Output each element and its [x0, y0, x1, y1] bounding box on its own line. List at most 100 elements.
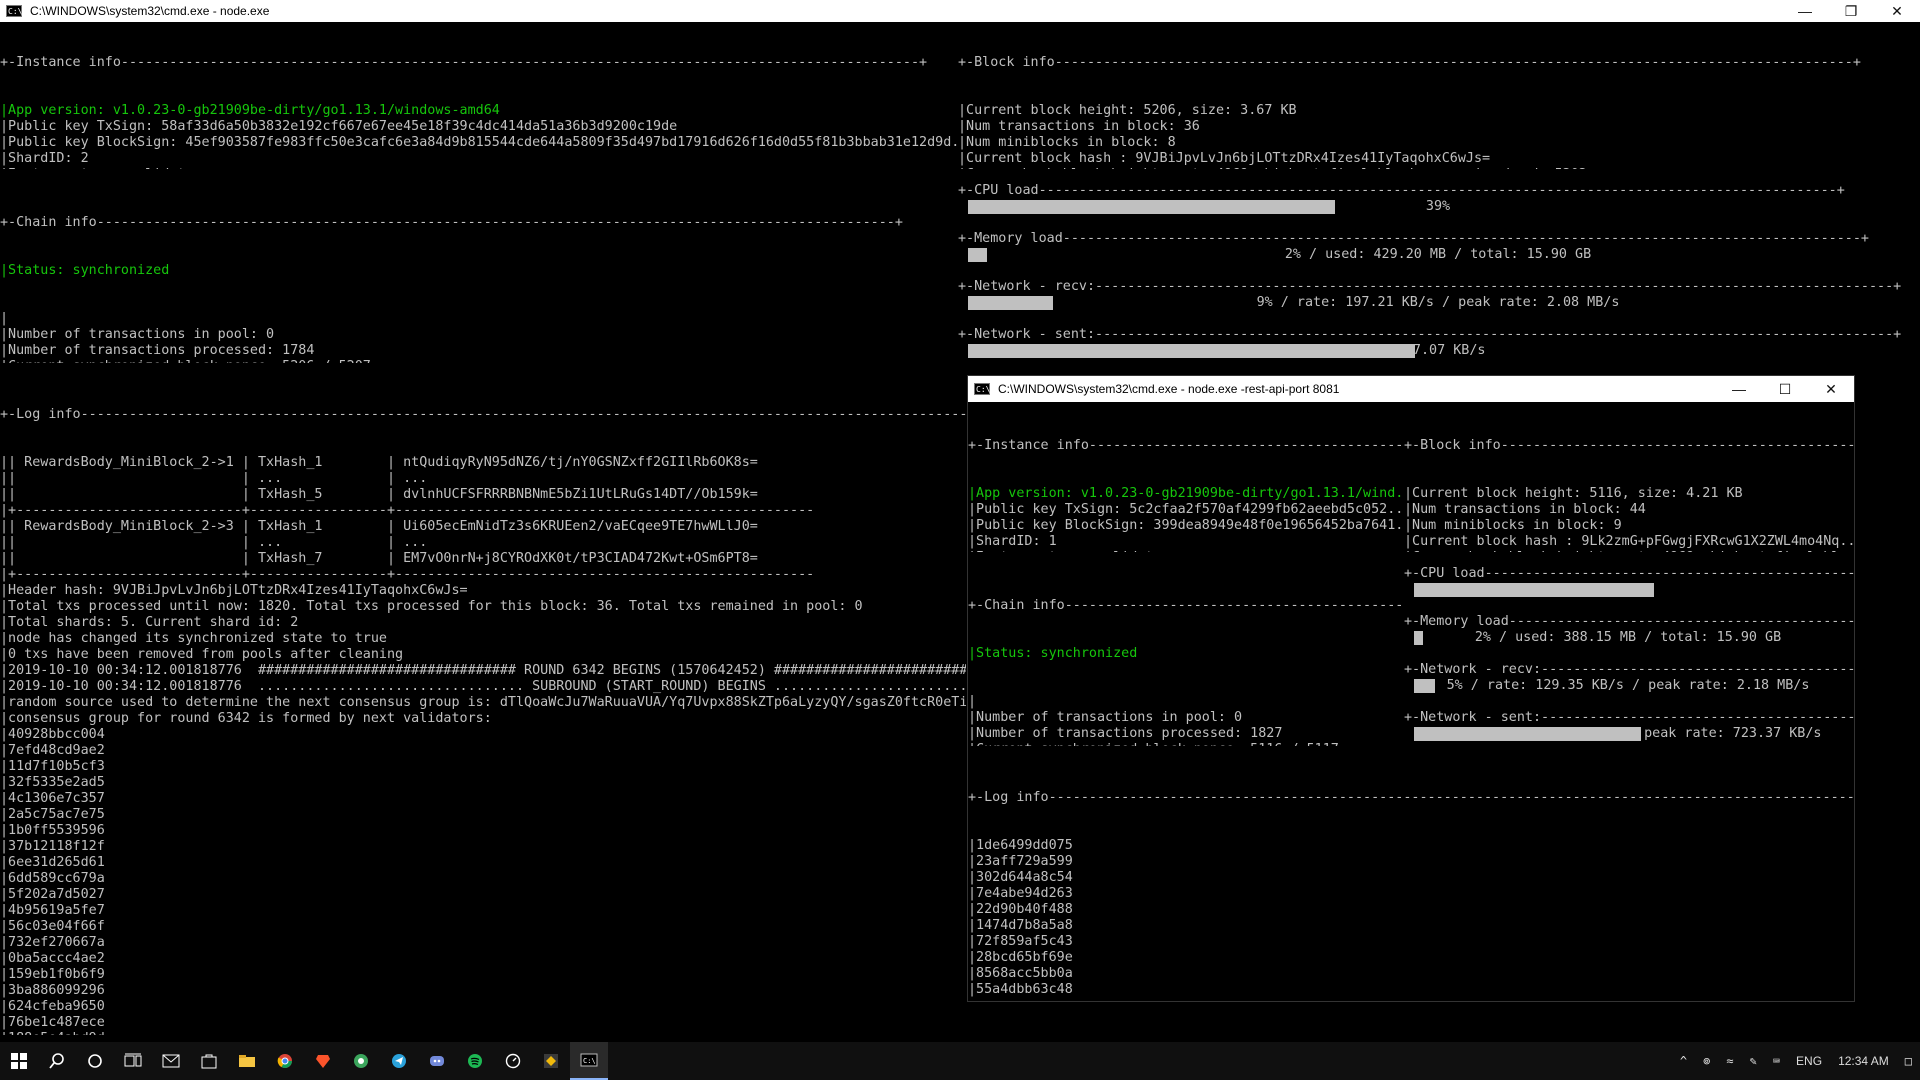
mail-icon[interactable]	[152, 1042, 190, 1080]
w2-block-info-line: |Current block hash : 9Lk2zmG+pFGwgjFXRc…	[1404, 534, 1854, 549]
network-recv-bar: 9% / rate: 197.21 KB/s / peak rate: 2.08…	[968, 295, 1908, 311]
w2-instance-info-line: |ShardID: 1	[968, 534, 1057, 549]
store-icon[interactable]	[190, 1042, 228, 1080]
bar-label: 9% / rate: 197.21 KB/s / peak rate: 2.08…	[1256, 295, 1620, 310]
task-view-icon[interactable]	[114, 1042, 152, 1080]
w2-log-line: |7e4abe94d263	[968, 886, 1073, 901]
window1-title: C:\WINDOWS\system32\cmd.exe - node.exe	[30, 4, 270, 18]
log-line: |732ef270667a	[0, 935, 105, 950]
w2-network-recv-header: +-Network - recv:-----------------------…	[1404, 662, 1854, 677]
w2-log-line: |23aff729a599	[968, 854, 1073, 869]
instance-info-line: |Public key BlockSign: 45ef903587fe983ff…	[0, 135, 958, 150]
maximize-button[interactable]: ☐	[1762, 376, 1808, 402]
restore-button[interactable]: ❐	[1828, 0, 1874, 22]
log-line: |5f202a7d5027	[0, 887, 105, 902]
window2-title: C:\WINDOWS\system32\cmd.exe - node.exe -…	[998, 382, 1340, 396]
spotify-icon[interactable]	[456, 1042, 494, 1080]
block-info-line: |Current block height: 5206, size: 3.67 …	[958, 103, 1297, 118]
close-button[interactable]: ✕	[1808, 376, 1854, 402]
w2-memory-load-header: +-Memory load---------------------------…	[1404, 614, 1854, 629]
minimize-button[interactable]: —	[1782, 0, 1828, 22]
w2-chain-status: |Status: synchronized	[968, 646, 1138, 661]
discord-icon[interactable]	[418, 1042, 456, 1080]
taskbar: C:\ ^ ⊚ ≈ ✎ ⌨ ENG 12:34 AM □	[0, 1042, 1920, 1080]
monitor-app-icon[interactable]	[494, 1042, 532, 1080]
instance-info-line: |App version: v1.0.23-0-gb21909be-dirty/…	[0, 103, 500, 118]
instance-info-line: |ShardID: 2	[0, 151, 89, 166]
window2-titlebar[interactable]: C:\ C:\WINDOWS\system32\cmd.exe - node.e…	[968, 376, 1854, 402]
w2-block-info-panel: +-Block info----------------------------…	[1404, 406, 1854, 552]
memory-load-header: +-Memory load---------------------------…	[958, 231, 1869, 246]
log-info-panel: +-Log info------------------------------…	[0, 375, 966, 1035]
tray-clock[interactable]: 12:34 AM	[1830, 1054, 1897, 1068]
tray-keyboard-icon[interactable]: ⌨	[1765, 1054, 1788, 1068]
windows-start-icon[interactable]	[0, 1042, 38, 1080]
tray-wifi-icon[interactable]: ≈	[1718, 1054, 1741, 1068]
network-recv-header: +-Network - recv:-----------------------…	[958, 279, 1902, 294]
w2-instance-info-line: |App version: v1.0.23-0-gb21909be-dirty/…	[968, 486, 1404, 501]
w2-chain-info-header: +-Chain info----------------------------…	[968, 598, 1404, 613]
log-line: |32f5335e2ad5	[0, 775, 105, 790]
chrome-icon[interactable]	[266, 1042, 304, 1080]
log-line: |2019-10-10 00:34:12.001818776 .........…	[0, 679, 966, 694]
minimize-button[interactable]: —	[1716, 376, 1762, 402]
chain-info-line: |Number of transactions in pool: 0	[0, 327, 275, 342]
log-line: |random source used to determine the nex…	[0, 695, 966, 710]
chain-info-panel: +-Chain info----------------------------…	[0, 183, 958, 363]
w2-chain-info-line: |	[968, 694, 977, 709]
w2-log-info-panel: +-Log info------------------------------…	[968, 758, 1854, 998]
app-icon[interactable]	[342, 1042, 380, 1080]
log-line: || | TxHash_7 | EM7vO0nrN+j8CYROdXK0t/tP…	[0, 551, 758, 566]
log-line: |4b95619a5fe7	[0, 903, 105, 918]
notification-center-icon[interactable]: □	[1897, 1054, 1920, 1068]
w2-network-sent-header: +-Network - sent:-----------------------…	[1404, 710, 1854, 725]
w2-instance-info-panel: +-Instance info-------------------------…	[968, 406, 1404, 552]
network-sent-bar: 69% / rate: 578.12 KB/s / peak rate: 837…	[968, 343, 1616, 359]
brave-icon[interactable]	[304, 1042, 342, 1080]
tray-chevron-up-icon[interactable]: ^	[1672, 1054, 1695, 1068]
log-line: |2a5c75ac7e75	[0, 807, 105, 822]
log-info-header: +-Log info------------------------------…	[0, 407, 966, 422]
instance-info-header: +-Instance info-------------------------…	[0, 55, 928, 70]
block-info-line: |Current block hash : 9VJBiJpvLvJn6bjLOT…	[958, 151, 1491, 166]
search-icon[interactable]	[38, 1042, 76, 1080]
telegram-icon[interactable]	[380, 1042, 418, 1080]
cortana-icon[interactable]	[76, 1042, 114, 1080]
memory-load-bar: 2% / used: 429.20 MB / total: 15.90 GB	[968, 247, 1908, 263]
chain-info-header: +-Chain info----------------------------…	[0, 215, 903, 230]
window1-titlebar[interactable]: C:\ C:\WINDOWS\system32\cmd.exe - node.e…	[0, 0, 1920, 22]
log-line: |Total txs processed until now: 1820. To…	[0, 599, 863, 614]
log-line: |1b0ff5539596	[0, 823, 105, 838]
file-explorer-icon[interactable]	[228, 1042, 266, 1080]
w2-block-info-line: |Num transactions in block: 44	[1404, 502, 1646, 517]
svg-text:C:\: C:\	[583, 1057, 596, 1065]
w2-instance-info-header: +-Instance info-------------------------…	[968, 438, 1404, 453]
bar-label: 56%	[1615, 582, 1641, 597]
w2-memory-load-bar: 2% / used: 388.15 MB / total: 15.90 GB	[1414, 630, 1842, 646]
close-button[interactable]: ✕	[1874, 0, 1920, 22]
log-line: |consensus group for round 6342 is forme…	[0, 711, 492, 726]
chain-info-line: |	[0, 311, 9, 326]
tray-bluetooth-icon[interactable]: ⊚	[1695, 1054, 1718, 1068]
w2-log-line: |72f859af5c43	[968, 934, 1073, 949]
binance-icon[interactable]	[532, 1042, 570, 1080]
block-info-line: |Num transactions in block: 36	[958, 119, 1200, 134]
w2-cpu-load-header: +-CPU load------------------------------…	[1404, 566, 1854, 581]
log-line: |+----------------------------+---------…	[0, 503, 815, 518]
tray-language[interactable]: ENG	[1788, 1054, 1830, 1068]
log-line: |159eb1f0b6f9	[0, 967, 105, 982]
cmd-window-icon: C:\	[974, 383, 991, 395]
window2[interactable]: C:\ C:\WINDOWS\system32\cmd.exe - node.e…	[967, 375, 1855, 1002]
w2-block-info-header: +-Block info----------------------------…	[1404, 438, 1854, 453]
cmd-icon[interactable]: C:\	[570, 1042, 608, 1080]
block-info-line: |Cross check block height: meta 4969, hi…	[958, 167, 1920, 169]
tray-pen-icon[interactable]: ✎	[1742, 1054, 1765, 1068]
log-line: || | ... | ...	[0, 535, 428, 550]
bar-label: 2% / used: 388.15 MB / total: 15.90 GB	[1474, 630, 1782, 645]
bar-label: 5% / rate: 129.35 KB/s / peak rate: 2.18…	[1446, 678, 1810, 693]
bar-label: 39%	[1425, 199, 1451, 214]
instance-info-line: |Public key TxSign: 58af33d6a50b3832e192…	[0, 119, 678, 134]
log-line: |7efd48cd9ae2	[0, 743, 105, 758]
log-line: |Header hash: 9VJBiJpvLvJn6bjLOTtzDRx4Iz…	[0, 583, 468, 598]
w2-log-line: |302d644a8c54	[968, 870, 1073, 885]
